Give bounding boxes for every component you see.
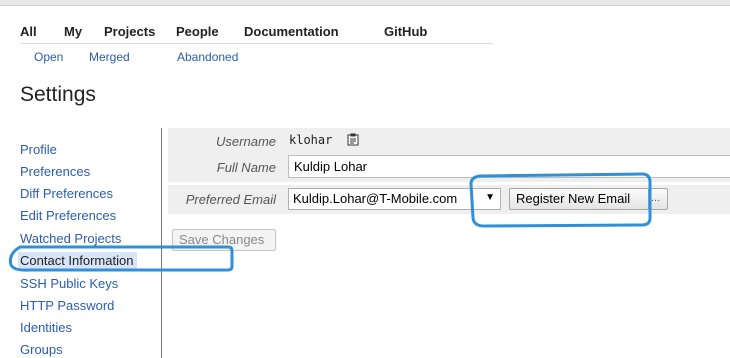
nav-my[interactable]: My	[64, 24, 82, 39]
chevron-down-icon: ▼	[485, 192, 495, 203]
sidebar-item-http-password[interactable]: HTTP Password	[20, 298, 114, 313]
preferred-email-value: Kuldip.Lohar@T-Mobile.com	[293, 191, 458, 206]
fullname-field[interactable]: Kuldip Lohar	[288, 155, 730, 178]
sidebar-item-contact-information[interactable]: Contact Information	[18, 252, 138, 269]
nav-projects[interactable]: Projects	[104, 24, 155, 39]
clipboard-icon[interactable]	[347, 133, 359, 146]
window-top-edge	[0, 0, 730, 6]
sidebar-item-profile[interactable]: Profile	[20, 142, 57, 157]
nav-github[interactable]: GitHub	[384, 24, 427, 39]
email-label: Preferred Email	[185, 192, 276, 207]
subnav-open[interactable]: Open	[34, 50, 63, 64]
register-new-email-button[interactable]: Register New Email	[509, 188, 649, 210]
subnav-abandoned[interactable]: Abandoned	[177, 50, 238, 64]
username-value: klohar	[289, 133, 333, 147]
username-label: Username	[216, 134, 276, 149]
nav-documentation[interactable]: Documentation	[244, 24, 339, 39]
save-changes-button[interactable]: Save Changes	[172, 229, 276, 251]
sidebar-divider	[161, 128, 162, 358]
nav-all[interactable]: All	[20, 24, 37, 39]
fullname-label: Full Name	[216, 160, 276, 175]
page-title: Settings	[20, 83, 96, 106]
nav-divider	[20, 43, 493, 44]
nav-people[interactable]: People	[176, 24, 219, 39]
sidebar-item-identities[interactable]: Identities	[20, 320, 72, 335]
sidebar-item-preferences[interactable]: Preferences	[20, 164, 90, 179]
preferred-email-select[interactable]: Kuldip.Lohar@T-Mobile.com ▼	[288, 188, 501, 210]
sidebar-item-watched-projects[interactable]: Watched Projects	[20, 231, 121, 246]
register-more-button[interactable]: ...	[649, 188, 668, 210]
sidebar-item-edit-preferences[interactable]: Edit Preferences	[20, 208, 116, 223]
sidebar-item-diff-preferences[interactable]: Diff Preferences	[20, 186, 113, 201]
sidebar-item-groups[interactable]: Groups	[20, 342, 63, 357]
subnav-merged[interactable]: Merged	[89, 50, 130, 64]
sidebar-item-ssh-public-keys[interactable]: SSH Public Keys	[20, 276, 118, 291]
